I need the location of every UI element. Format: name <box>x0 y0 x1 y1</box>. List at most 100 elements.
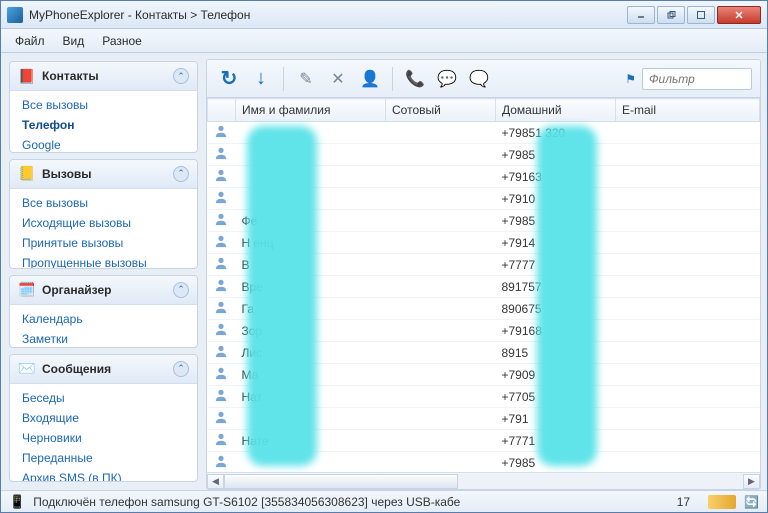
collapse-icon[interactable]: ⌃ <box>173 166 189 182</box>
table-row[interactable]: +791 <box>208 408 760 430</box>
table-row[interactable]: +7910 <box>208 188 760 210</box>
nav-link[interactable]: Принятые вызовы <box>10 233 197 253</box>
person-icon <box>214 388 230 402</box>
delete-button[interactable]: ✕ <box>324 65 352 93</box>
menu-view[interactable]: Вид <box>55 31 93 51</box>
col-icon[interactable] <box>208 99 236 122</box>
refresh-button[interactable]: ↻ <box>215 65 243 93</box>
table-row[interactable]: Фе+7985 <box>208 210 760 232</box>
panel-title: Сообщения <box>42 362 167 376</box>
table-row[interactable]: Нате+7771 <box>208 430 760 452</box>
cell-home: 8915 <box>496 342 616 364</box>
table-row[interactable]: Зор+79168 <box>208 320 760 342</box>
table-row[interactable]: +79163 <box>208 166 760 188</box>
cell-name <box>236 166 386 188</box>
table-row[interactable]: Вре891757 <box>208 276 760 298</box>
table-row[interactable]: +7985 <box>208 144 760 166</box>
nav-link[interactable]: Переданные <box>10 448 197 468</box>
add-contact-button[interactable]: 👤 <box>356 65 384 93</box>
table-row[interactable]: Нат +7705 <box>208 386 760 408</box>
table-row[interactable]: Н енц+7914 <box>208 232 760 254</box>
maximize-button[interactable] <box>687 6 715 24</box>
table-row[interactable]: +79851 320 <box>208 122 760 144</box>
person-icon <box>214 124 230 138</box>
cell-email <box>616 144 760 166</box>
menu-file[interactable]: Файл <box>7 31 53 51</box>
cell-name: Н енц <box>236 232 386 254</box>
sms-button[interactable]: 💬 <box>433 65 461 93</box>
nav-link[interactable]: Заметки <box>10 329 197 348</box>
panel-header[interactable]: ✉️Сообщения⌃ <box>10 355 197 384</box>
person-icon <box>214 146 230 160</box>
collapse-icon[interactable]: ⌃ <box>173 68 189 84</box>
col-mobile[interactable]: Сотовый <box>386 99 496 122</box>
nav-link[interactable]: Беседы <box>10 388 197 408</box>
scroll-thumb[interactable] <box>224 474 458 489</box>
filter-input[interactable] <box>642 68 752 90</box>
row-icon-cell <box>208 122 236 144</box>
person-icon <box>214 278 230 292</box>
scroll-left-button[interactable]: ◀ <box>207 474 224 489</box>
person-icon <box>214 454 230 468</box>
row-icon-cell <box>208 276 236 298</box>
nav-link[interactable]: Входящие <box>10 408 197 428</box>
panel-icon: 🗓️ <box>18 281 36 299</box>
cell-home: +7777 <box>496 254 616 276</box>
cell-email <box>616 320 760 342</box>
nav-link[interactable]: Телефон <box>10 115 197 135</box>
nav-link[interactable]: Пропущенные вызовы <box>10 253 197 269</box>
panel-header[interactable]: 📒Вызовы⌃ <box>10 160 197 189</box>
scroll-track[interactable] <box>224 474 743 489</box>
cell-mobile <box>386 166 496 188</box>
nav-link[interactable]: Исходящие вызовы <box>10 213 197 233</box>
panel-header[interactable]: 📕Контакты⌃ <box>10 62 197 91</box>
row-icon-cell <box>208 320 236 342</box>
collapse-icon[interactable]: ⌃ <box>173 361 189 377</box>
table-row[interactable]: Га890675 <box>208 298 760 320</box>
download-button[interactable]: ↓ <box>247 65 275 93</box>
close-button[interactable] <box>717 6 761 24</box>
minimize-button[interactable] <box>627 6 655 24</box>
cell-name: Нат <box>236 386 386 408</box>
nav-link[interactable]: Google <box>10 135 197 153</box>
status-sync-icon: 🔄 <box>744 495 759 509</box>
menu-misc[interactable]: Разное <box>94 31 150 51</box>
cell-email <box>616 232 760 254</box>
collapse-icon[interactable]: ⌃ <box>173 282 189 298</box>
cell-home: +7705 <box>496 386 616 408</box>
cell-home: +79851 320 <box>496 122 616 144</box>
nav-link[interactable]: Все вызовы <box>10 95 197 115</box>
col-email[interactable]: E-mail <box>616 99 760 122</box>
person-icon <box>214 410 230 424</box>
call-button[interactable]: 📞 <box>401 65 429 93</box>
restore-button[interactable] <box>657 6 685 24</box>
contacts-table-wrap[interactable]: Имя и фамилия Сотовый Домашний E-mail +7… <box>207 98 760 472</box>
cell-mobile <box>386 188 496 210</box>
cell-name: Зор <box>236 320 386 342</box>
table-row[interactable]: Ма+7909 <box>208 364 760 386</box>
row-icon-cell <box>208 166 236 188</box>
col-home[interactable]: Домашний <box>496 99 616 122</box>
row-icon-cell <box>208 144 236 166</box>
cell-home: +7985 <box>496 144 616 166</box>
table-row[interactable]: +7985 <box>208 452 760 473</box>
panel-header[interactable]: 🗓️Органайзер⌃ <box>10 276 197 305</box>
col-name[interactable]: Имя и фамилия <box>236 99 386 122</box>
nav-link[interactable]: Календарь <box>10 309 197 329</box>
status-count: 17 <box>667 495 700 509</box>
panel-icon: 📕 <box>18 67 36 85</box>
nav-link[interactable]: Архив SMS (в ПК) <box>10 468 197 482</box>
edit-button[interactable]: ✎ <box>292 65 320 93</box>
row-icon-cell <box>208 298 236 320</box>
cell-name: В <box>236 254 386 276</box>
row-icon-cell <box>208 364 236 386</box>
table-row[interactable]: В +7777 <box>208 254 760 276</box>
table-row[interactable]: Лис8915 <box>208 342 760 364</box>
scroll-right-button[interactable]: ▶ <box>743 474 760 489</box>
nav-link[interactable]: Все вызовы <box>10 193 197 213</box>
titlebar: MyPhoneExplorer - Контакты > Телефон <box>1 1 767 29</box>
nav-link[interactable]: Черновики <box>10 428 197 448</box>
horizontal-scrollbar[interactable]: ◀ ▶ <box>207 472 760 489</box>
cell-email <box>616 408 760 430</box>
chat-button[interactable]: 🗨️ <box>465 65 493 93</box>
